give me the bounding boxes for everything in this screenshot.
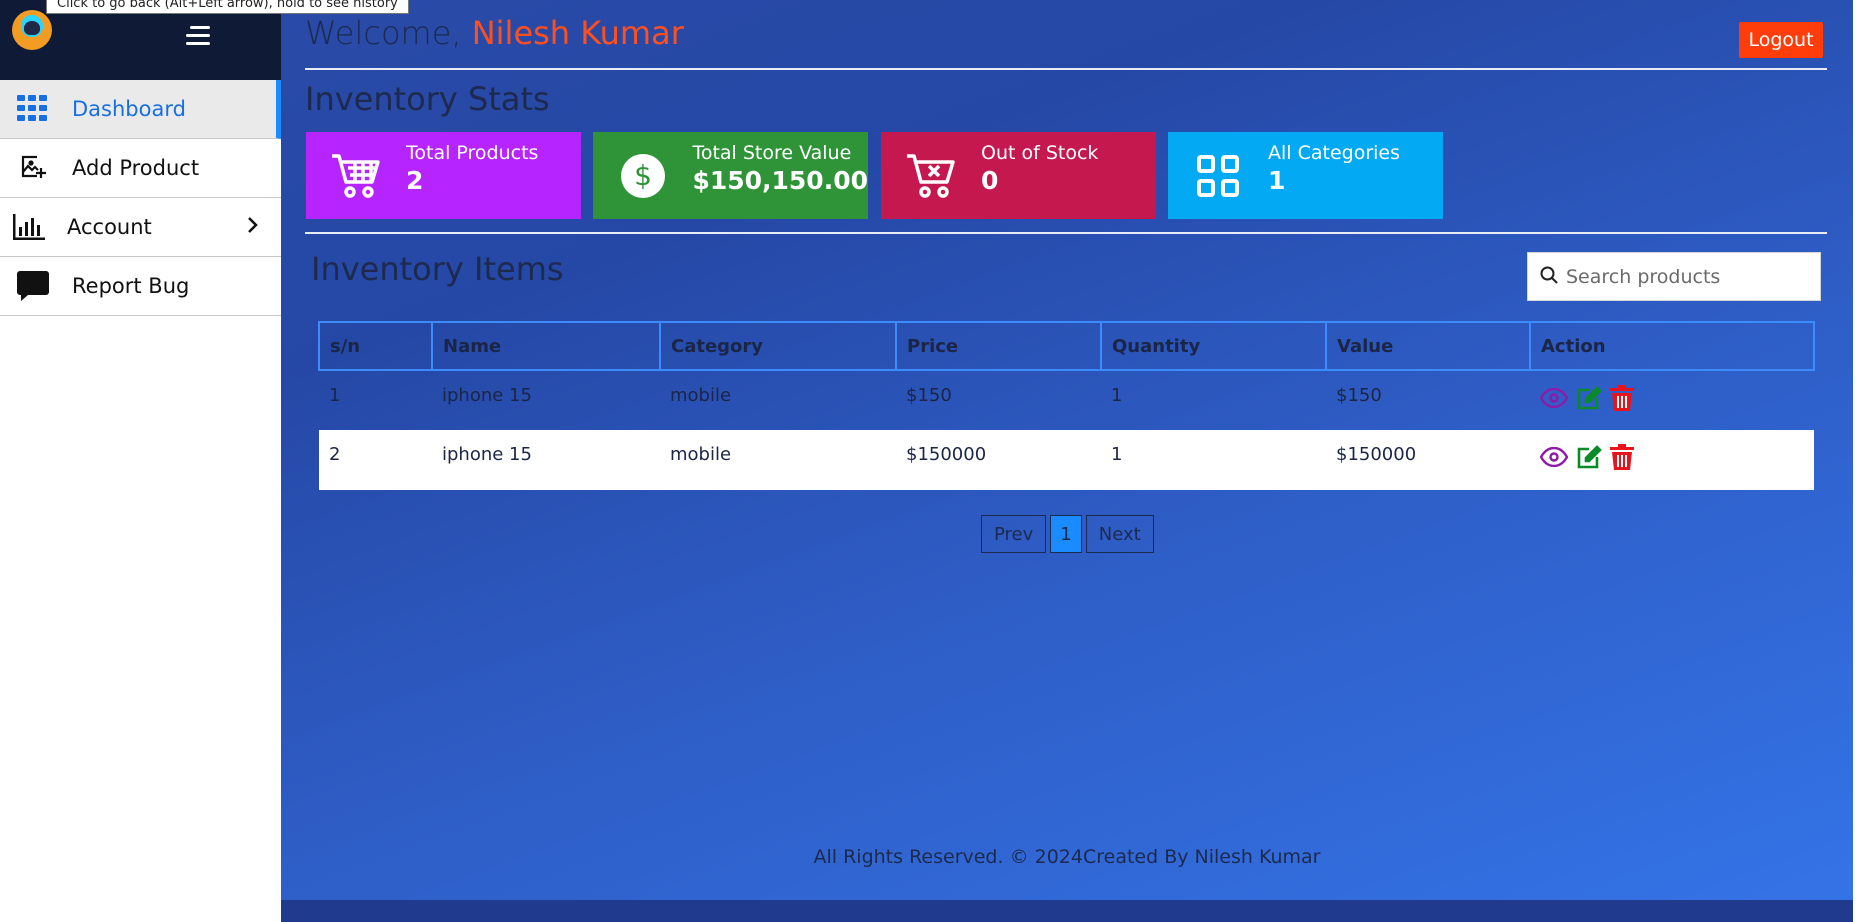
search-box xyxy=(1527,252,1821,301)
view-icon[interactable] xyxy=(1540,388,1568,408)
next-page-button[interactable]: Next xyxy=(1085,515,1154,553)
cell-actions xyxy=(1530,430,1814,490)
main-content: Welcome, Nilesh Kumar Logout Inventory S… xyxy=(281,0,1853,922)
welcome-text: Welcome, xyxy=(305,14,462,52)
column-header: Action xyxy=(1529,321,1815,371)
sidebar-item-label: Report Bug xyxy=(72,274,190,298)
stat-label: Total Products xyxy=(406,142,539,164)
table-header-row: s/n Name Category Price Quantity Value A… xyxy=(318,321,1815,371)
window-edge xyxy=(1853,0,1871,922)
cell-quantity: 1 xyxy=(1111,385,1123,406)
cell-category: mobile xyxy=(670,385,732,406)
menu-toggle-icon[interactable] xyxy=(186,26,210,46)
inventory-items-title: Inventory Items xyxy=(311,250,564,288)
sidebar-item-label: Add Product xyxy=(72,156,200,180)
stat-label: Total Store Value xyxy=(692,142,852,164)
column-header[interactable]: Price xyxy=(895,321,1102,371)
chat-bubble-icon xyxy=(16,269,50,303)
stat-value: 1 xyxy=(1268,166,1286,195)
dollar-icon: $ xyxy=(593,132,692,219)
stat-card-out-of-stock: Out of Stock 0 xyxy=(881,132,1156,219)
stat-value: 2 xyxy=(406,166,424,195)
edit-icon[interactable] xyxy=(1576,386,1602,410)
edit-icon[interactable] xyxy=(1576,445,1602,469)
stat-value: 0 xyxy=(981,166,999,195)
sidebar-item-account[interactable]: Account xyxy=(0,198,281,257)
username: Nilesh Kumar xyxy=(471,14,684,52)
cell-price: $150 xyxy=(906,385,952,406)
sidebar-item-label: Account xyxy=(67,215,152,239)
sidebar: Dashboard Add Product Account Report Bug xyxy=(0,0,281,922)
column-header[interactable]: Name xyxy=(431,321,661,371)
column-header[interactable]: Quantity xyxy=(1100,321,1327,371)
footer-text: All Rights Reserved. © 2024Created By Ni… xyxy=(813,846,1321,868)
bottom-bar xyxy=(281,900,1853,922)
column-header[interactable]: Value xyxy=(1325,321,1531,371)
prev-page-button[interactable]: Prev xyxy=(981,515,1047,553)
avatar-logo[interactable] xyxy=(12,10,52,50)
chevron-right-icon[interactable] xyxy=(247,215,259,240)
browser-back-tooltip: Click to go back (Alt+Left arrow), hold … xyxy=(46,0,409,14)
grid-icon xyxy=(16,92,50,126)
search-icon xyxy=(1540,266,1558,288)
delete-icon[interactable] xyxy=(1610,385,1634,411)
cell-value: $150 xyxy=(1336,385,1382,406)
sidebar-item-report-bug[interactable]: Report Bug xyxy=(0,257,281,316)
table-row: 1 iphone 15 mobile $150 1 $150 xyxy=(319,370,1814,430)
stat-card-all-categories: All Categories 1 xyxy=(1168,132,1443,219)
logout-button[interactable]: Logout xyxy=(1739,22,1823,58)
cell-actions xyxy=(1530,370,1814,430)
cell-quantity: 1 xyxy=(1101,430,1326,490)
stat-label: All Categories xyxy=(1268,142,1401,164)
sidebar-item-label: Dashboard xyxy=(72,97,186,121)
cell-price: $150000 xyxy=(896,430,1101,490)
search-input[interactable] xyxy=(1566,265,1796,288)
cart-icon xyxy=(306,132,406,219)
svg-text:$: $ xyxy=(634,159,652,192)
table-row: 2 iphone 15 mobile $150000 1 $150000 xyxy=(319,430,1814,490)
cell-sn: 1 xyxy=(329,385,341,406)
page-1-button[interactable]: 1 xyxy=(1050,515,1082,553)
bar-chart-icon xyxy=(12,210,46,244)
inventory-stats-title: Inventory Stats xyxy=(305,80,550,118)
welcome-heading: Welcome, Nilesh Kumar xyxy=(305,14,684,52)
cell-category: mobile xyxy=(660,430,896,490)
pagination: Prev 1 Next xyxy=(981,515,1154,553)
stat-card-total-products: Total Products 2 xyxy=(306,132,581,219)
column-header[interactable]: Category xyxy=(659,321,897,371)
view-icon[interactable] xyxy=(1540,447,1568,467)
stat-label: Out of Stock xyxy=(981,142,1099,164)
sidebar-item-dashboard[interactable]: Dashboard xyxy=(0,80,281,139)
cell-name: iphone 15 xyxy=(442,385,532,406)
cell-value: $150000 xyxy=(1326,430,1530,490)
divider xyxy=(305,68,1827,70)
cart-x-icon xyxy=(881,132,981,219)
stat-card-total-store-value: $ Total Store Value $150,150.00 xyxy=(593,132,868,219)
delete-icon[interactable] xyxy=(1610,444,1634,470)
column-header[interactable]: s/n xyxy=(318,321,433,371)
cell-name: iphone 15 xyxy=(432,430,660,490)
cell-sn: 2 xyxy=(319,430,432,490)
divider xyxy=(305,232,1827,234)
inventory-table: s/n Name Category Price Quantity Value A… xyxy=(318,321,1815,490)
stat-value: $150,150.00 xyxy=(692,166,868,195)
categories-icon xyxy=(1168,132,1268,219)
add-image-icon xyxy=(16,151,50,185)
sidebar-item-add-product[interactable]: Add Product xyxy=(0,139,281,198)
